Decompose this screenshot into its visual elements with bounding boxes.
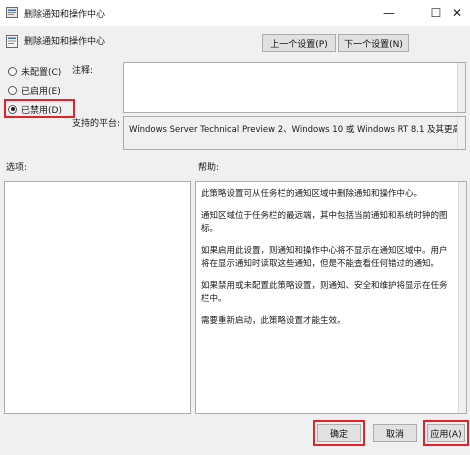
comment-scrollbar[interactable] xyxy=(457,63,465,112)
minimize-button[interactable]: — xyxy=(374,0,404,26)
help-scrollbar[interactable] xyxy=(458,182,466,413)
option-not-configured[interactable]: 未配置(C) xyxy=(8,64,61,78)
comment-field[interactable] xyxy=(123,62,466,113)
help-paragraph: 如果禁用或未配置此策略设置，则通知、安全和维护将显示在任务栏中。 xyxy=(201,281,448,304)
next-setting-button[interactable]: 下一个设置(N) xyxy=(338,34,409,52)
help-paragraph: 此策略设置可从任务栏的通知区域中删除通知和操作中心。 xyxy=(201,189,423,199)
platform-scrollbar[interactable] xyxy=(457,117,465,149)
platform-label: 支持的平台: xyxy=(72,119,121,129)
help-paragraph: 需要重新启动，此策略设置才能生效。 xyxy=(201,316,346,326)
policy-icon xyxy=(6,7,18,18)
help-panel: 此策略设置可从任务栏的通知区域中删除通知和操作中心。 通知区域位于任务栏的最远端… xyxy=(195,181,467,414)
options-section-label: 选项: xyxy=(6,163,28,173)
policy-header-icon xyxy=(6,35,18,48)
help-paragraph: 如果启用此设置，则通知和操作中心将不显示在通知区域中。用户将在显示通知时读取这些… xyxy=(201,246,448,269)
option-disabled-label: 已禁用(D) xyxy=(21,105,62,116)
help-text: 此策略设置可从任务栏的通知区域中删除通知和操作中心。 通知区域位于任务栏的最远端… xyxy=(201,188,455,337)
comment-label: 注释: xyxy=(72,66,94,76)
platform-value: Windows Server Technical Preview 2、Windo… xyxy=(129,125,466,135)
close-button[interactable]: ✕ xyxy=(442,0,470,26)
help-section-label: 帮助: xyxy=(198,163,220,173)
ok-button[interactable]: 确定 xyxy=(317,424,361,442)
platform-field: Windows Server Technical Preview 2、Windo… xyxy=(123,116,466,150)
option-not-configured-label: 未配置(C) xyxy=(21,67,62,78)
option-enabled-label: 已启用(E) xyxy=(21,86,61,97)
window-title: 删除通知和操作中心 xyxy=(24,10,106,20)
cancel-button[interactable]: 取消 xyxy=(373,424,417,442)
option-disabled[interactable]: 已禁用(D) xyxy=(8,102,62,116)
policy-name: 删除通知和操作中心 xyxy=(24,37,106,47)
previous-setting-button[interactable]: 上一个设置(P) xyxy=(262,34,336,52)
radio-not-configured[interactable] xyxy=(8,66,17,76)
radio-enabled[interactable] xyxy=(8,85,17,95)
maximize-icon: ☐ xyxy=(430,6,442,20)
option-enabled[interactable]: 已启用(E) xyxy=(8,83,61,97)
minimize-icon: — xyxy=(383,6,395,20)
radio-disabled[interactable] xyxy=(8,104,17,114)
apply-button[interactable]: 应用(A) xyxy=(427,424,465,442)
options-panel xyxy=(4,181,191,414)
help-paragraph: 通知区域位于任务栏的最远端，其中包括当前通知和系统时钟的图标。 xyxy=(201,211,448,234)
close-icon: ✕ xyxy=(451,6,463,20)
